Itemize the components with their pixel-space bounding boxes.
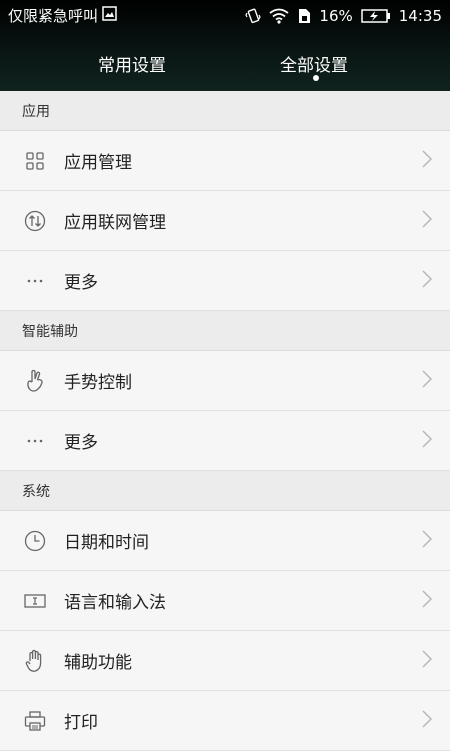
chevron-right-icon [422,150,432,172]
list-item-print[interactable]: 打印 [0,691,450,751]
more-dots-icon [22,268,48,294]
list-item-app-management[interactable]: 应用管理 [0,131,450,191]
tab-common-settings[interactable]: 常用设置 [98,51,166,76]
chevron-right-icon [422,270,432,292]
list-item-apps-more[interactable]: 更多 [0,251,450,311]
network-arrows-icon [22,208,48,234]
battery-charging-icon [361,8,391,24]
printer-icon [22,708,48,734]
section-header-smart-assist: 智能辅助 [0,311,450,351]
status-right: 16% 14:35 [245,7,442,25]
chevron-right-icon [422,370,432,392]
status-left: 仅限紧急呼叫 [8,5,117,26]
list-item-label: 打印 [64,713,98,733]
more-dots-icon [22,428,48,454]
vibrate-icon [245,8,262,24]
chevron-right-icon [422,430,432,452]
list-item-app-network[interactable]: 应用联网管理 [0,191,450,251]
keyboard-input-icon [22,588,48,614]
list-item-label: 应用联网管理 [64,213,166,233]
image-notification-icon [102,6,117,25]
section-header-system: 系统 [0,471,450,511]
chevron-right-icon [422,650,432,672]
list-item-label: 语言和输入法 [64,593,166,613]
list-item-date-time[interactable]: 日期和时间 [0,511,450,571]
accessibility-hand-icon [22,648,48,674]
wifi-icon [269,8,289,24]
list-item-language-input[interactable]: 语言和输入法 [0,571,450,631]
chevron-right-icon [422,530,432,552]
settings-tabs: 常用设置 全部设置 [0,31,450,91]
apps-grid-icon [22,148,48,174]
list-item-label: 日期和时间 [64,533,149,553]
sim-card-icon [297,8,311,24]
status-bar: 仅限紧急呼叫 16% 14:35 [0,0,450,31]
list-item-label: 更多 [64,273,98,293]
list-item-label: 更多 [64,433,98,453]
list-item-label: 辅助功能 [64,653,132,673]
chevron-right-icon [422,710,432,732]
chevron-right-icon [422,590,432,612]
battery-percent: 16% [319,6,353,25]
carrier-text: 仅限紧急呼叫 [8,7,99,25]
section-header-apps: 应用 [0,91,450,131]
list-item-accessibility[interactable]: 辅助功能 [0,631,450,691]
app-header: 仅限紧急呼叫 16% 14:35 常用设置 全部设置 [0,0,450,91]
tab-selected-indicator [313,75,319,81]
chevron-right-icon [422,210,432,232]
clock-time: 14:35 [398,6,442,25]
gesture-hand-icon [22,368,48,394]
list-item-assist-more[interactable]: 更多 [0,411,450,471]
tab-all-settings[interactable]: 全部设置 [280,51,348,76]
list-item-gesture-control[interactable]: 手势控制 [0,351,450,411]
clock-icon [22,528,48,554]
list-item-label: 手势控制 [64,373,132,393]
list-item-label: 应用管理 [64,153,132,173]
